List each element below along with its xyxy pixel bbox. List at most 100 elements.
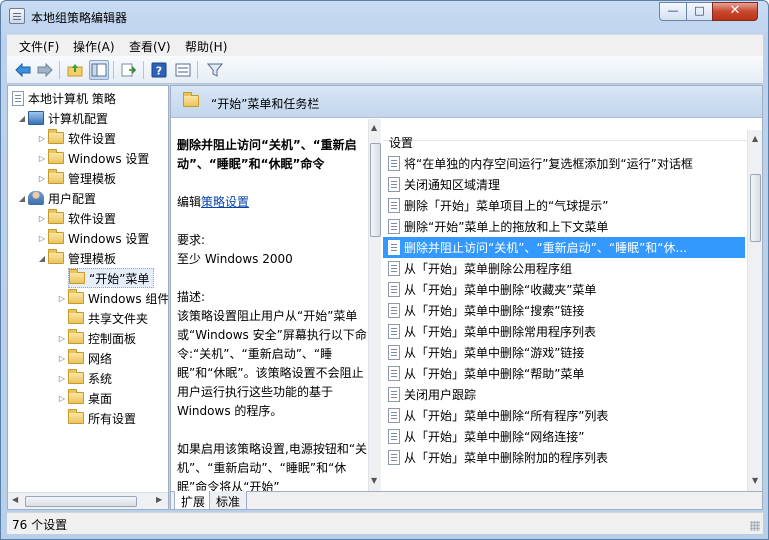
list-item-label: 将“在单独的内存空间运行”复选框添加到“运行”对话框 [404,157,693,171]
properties-pane-icon[interactable] [173,60,193,80]
scroll-up-icon[interactable]: ▲ [752,134,758,143]
tab-standard[interactable]: 标准 [209,491,248,509]
list-item[interactable]: 关闭通知区域清理 [383,174,745,195]
view-tabs: 扩展 标准 [171,491,762,509]
tree-item-admin-templates[interactable]: ▷ 管理模板 [36,168,116,188]
policy-setting-icon [388,429,400,444]
scroll-thumb[interactable] [750,174,761,242]
tree-item-system[interactable]: ▷ 系统 [56,368,112,388]
collapse-arrow-icon[interactable]: ◢ [16,114,28,123]
list-scrollbar[interactable]: ▲ ▼ [747,130,762,491]
menu-action[interactable]: 操作(A) [73,38,115,55]
toolbar-separator [197,61,198,79]
expand-arrow-icon[interactable]: ▷ [56,374,68,383]
tab-extended[interactable]: 扩展 [174,491,213,509]
folder-icon [48,209,64,224]
tree-item-label: 本地计算机 策略 [28,91,116,106]
up-folder-icon[interactable] [65,60,85,80]
scroll-right-icon[interactable]: ▶ [156,495,162,504]
tree-item-user-windows-settings[interactable]: ▷ Windows 设置 [36,228,149,248]
user-icon [28,191,44,205]
list-item[interactable]: 删除「开始」菜单项目上的“气球提示” [383,195,745,216]
tree-item-user-config[interactable]: ◢ 用户配置 [16,188,96,208]
minimize-button[interactable]: — [659,2,687,21]
tree-item-windows-settings[interactable]: ▷ Windows 设置 [36,148,149,168]
scroll-left-icon[interactable]: ◀ [12,495,18,504]
tree-item-user-software-settings[interactable]: ▷ 软件设置 [36,208,116,228]
tree-item-software-settings[interactable]: ▷ 软件设置 [36,128,116,148]
list-item[interactable]: 从「开始」菜单中删除附加的程序列表 [383,447,745,468]
list-item[interactable]: 从「开始」菜单中删除“游戏”链接 [383,342,745,363]
scroll-thumb[interactable] [370,143,381,237]
list-item[interactable]: 从「开始」菜单中删除“帮助”菜单 [383,363,745,384]
list-item[interactable]: 从「开始」菜单中删除“搜索”链接 [383,300,745,321]
list-item[interactable]: 从「开始」菜单中删除“网络连接” [383,426,745,447]
scroll-up-icon[interactable]: ▲ [371,123,377,132]
policy-setting-icon [388,240,400,255]
back-icon[interactable] [13,60,33,80]
expand-arrow-icon[interactable]: ▷ [56,354,68,363]
description-scrollbar[interactable]: ▲ ▼ [368,119,381,491]
tree-item-all-settings[interactable]: 所有设置 [68,408,136,428]
list-item-label: 从「开始」菜单中删除“搜索”链接 [404,304,585,318]
scroll-thumb[interactable] [25,496,137,507]
expand-arrow-icon[interactable]: ▷ [56,294,68,303]
folder-open-icon [48,249,64,264]
expand-arrow-icon[interactable]: ▷ [56,394,68,403]
menu-file[interactable]: 文件(F) [19,38,59,55]
tree-item-control-panel[interactable]: ▷ 控制面板 [56,328,136,348]
expand-arrow-icon[interactable]: ▷ [36,234,48,243]
policy-setting-icon [388,408,400,423]
tree-item-label: 软件设置 [68,211,117,226]
menu-bar: 文件(F) 操作(A) 查看(V) 帮助(H) [7,34,763,56]
list-item[interactable]: 从「开始」菜单中删除“收藏夹”菜单 [383,279,745,300]
expand-arrow-icon[interactable]: ▷ [56,334,68,343]
help-icon[interactable]: ? [149,60,169,80]
policy-setting-icon [388,345,400,360]
status-bar: 76 个设置 [7,512,763,534]
show-hide-tree-icon[interactable] [89,60,109,80]
tree-item-start-menu[interactable]: “开始”菜单 [68,268,155,288]
tree-item-user-admin-templates[interactable]: ◢ 管理模板 [36,248,116,268]
scroll-down-icon[interactable]: ▼ [752,476,758,485]
list-item[interactable]: 将“在单独的内存空间运行”复选框添加到“运行”对话框 [383,153,745,174]
policy-editor-icon [9,8,25,24]
tree-item-label: “开始”菜单 [89,271,150,286]
tree-item-windows-components[interactable]: ▷ Windows 组件 [56,288,168,308]
list-item[interactable]: 关闭用户跟踪 [383,384,745,405]
column-header[interactable]: 设置 [383,119,762,150]
menu-help[interactable]: 帮助(H) [185,38,227,55]
list-item[interactable]: 从「开始」菜单中删除“所有程序”列表 [383,405,745,426]
tree-item-computer-config[interactable]: ◢ 计算机配置 [16,108,108,128]
collapse-arrow-icon[interactable]: ◢ [16,194,28,203]
expand-arrow-icon[interactable]: ▷ [36,214,48,223]
collapse-arrow-icon[interactable]: ◢ [36,254,48,263]
tree-horizontal-scrollbar[interactable]: ◀ ▶ [8,492,168,509]
list-item[interactable]: 从「开始」菜单中删除常用程序列表 [383,321,745,342]
edit-policy-link[interactable]: 策略设置 [201,195,249,209]
tree-item-label: 桌面 [88,391,113,406]
description-panel: 删除并阻止访问“关机”、“重新启动”、“睡眠”和“休眠”命令 编辑策略设置 要求… [171,119,381,491]
policy-title: 删除并阻止访问“关机”、“重新启动”、“睡眠”和“休眠”命令 [177,138,357,171]
export-list-icon[interactable] [119,60,139,80]
tree-item-root[interactable]: 本地计算机 策略 [12,88,116,108]
expand-arrow-icon[interactable]: ▷ [36,134,48,143]
filter-icon[interactable] [205,60,225,80]
resize-grip[interactable] [750,521,760,531]
expand-arrow-icon[interactable]: ▷ [36,154,48,163]
maximize-button[interactable]: □ [686,2,713,21]
scroll-down-icon[interactable]: ▼ [371,476,377,485]
menu-view[interactable]: 查看(V) [129,38,171,55]
title-bar[interactable]: 本地组策略编辑器 — □ ✕ [1,1,768,33]
list-item[interactable]: 删除并阻止访问“关机”、“重新启动”、“睡眠”和“休... [383,237,745,258]
tree-item-network[interactable]: ▷ 网络 [56,348,112,368]
settings-list: 设置 将“在单独的内存空间运行”复选框添加到“运行”对话框关闭通知区域清理 删除「… [383,119,762,491]
tree-item-shared-folders[interactable]: 共享文件夹 [68,308,148,328]
forward-icon[interactable] [35,60,55,80]
tree-item-desktop[interactable]: ▷ 桌面 [56,388,112,408]
tree-pane[interactable]: 本地计算机 策略 ◢ 计算机配置 ▷ 软件设置 ▷ Windows 设置 ▷ 管… [7,85,169,510]
expand-arrow-icon[interactable]: ▷ [36,174,48,183]
close-button[interactable]: ✕ [712,2,758,21]
list-item[interactable]: 删除“开始”菜单上的拖放和上下文菜单 [383,216,745,237]
list-item[interactable]: 从「开始」菜单删除公用程序组 [383,258,745,279]
